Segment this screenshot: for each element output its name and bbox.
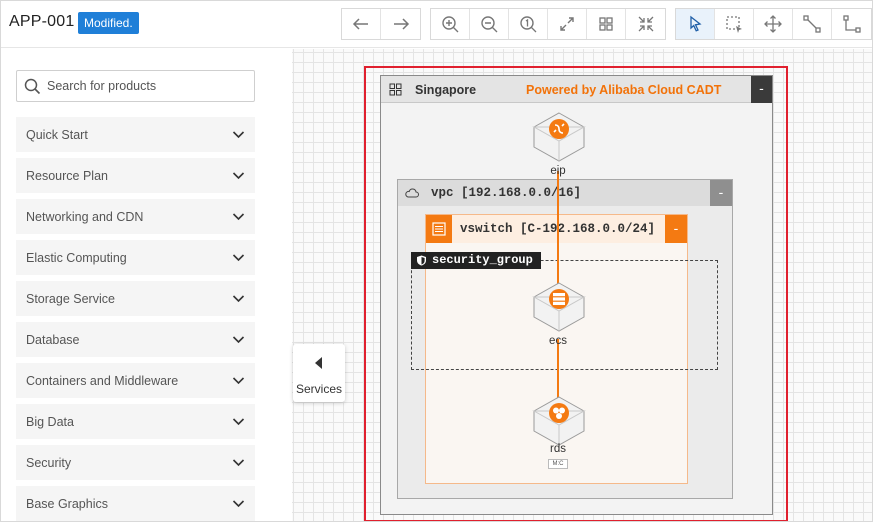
category-label: Elastic Computing [26,251,127,265]
category-label: Database [26,333,80,347]
region-header: Singapore Powered by Alibaba Cloud CADT … [381,76,772,103]
eip-label: eip [550,165,566,177]
ecs-icon [532,282,586,332]
box-select-tool-button[interactable] [715,9,754,39]
status-badge: Modified. [78,12,139,34]
chevron-down-icon [232,500,245,508]
collapse-arrows-icon [638,16,653,32]
category-item[interactable]: Storage Service [16,281,255,316]
shield-icon [417,255,426,266]
security-group-tag[interactable]: security_group [411,252,541,269]
undo-button[interactable] [342,9,381,39]
grid-layout-button[interactable] [587,9,626,39]
chevron-down-icon [232,459,245,467]
chevron-down-icon [232,336,245,344]
fullscreen-button[interactable] [626,9,665,39]
zoom-out-button[interactable] [470,9,509,39]
category-item[interactable]: Resource Plan [16,158,255,193]
vswitch-name: vswitch [C-192.168.0.0/24] [460,222,656,236]
category-label: Containers and Middleware [26,374,179,388]
zoom-in-icon [442,16,459,33]
vswitch-collapse-button[interactable]: - [665,215,687,243]
search-input[interactable] [47,72,247,100]
vswitch-header: vswitch [C-192.168.0.0/24] - [426,215,687,243]
chevron-down-icon [232,213,245,221]
fit-screen-button[interactable] [548,9,587,39]
diagram-canvas[interactable]: Singapore Powered by Alibaba Cloud CADT … [292,49,872,521]
security-group-name: security_group [432,253,533,267]
arrow-right-icon [393,18,409,30]
rds-replica-tag: M:C [548,459,568,469]
chevron-down-icon [232,131,245,139]
category-label: Security [26,456,72,470]
expand-arrows-icon [560,17,574,31]
zoom-actual-size-icon [520,16,537,33]
connect-tool-button[interactable] [793,9,832,39]
vpc-name: vpc [192.168.0.0/16] [431,186,582,200]
view-toolbar [430,8,666,40]
connector-line-icon [803,15,821,33]
zoom-reset-button[interactable] [509,9,548,39]
tools-toolbar [675,8,872,40]
category-item[interactable]: Networking and CDN [16,199,255,234]
category-label: Networking and CDN [26,210,144,224]
search-box [16,70,255,102]
category-item[interactable]: Database [16,322,255,357]
elbow-connector-icon [842,15,861,33]
category-item[interactable]: Containers and Middleware [16,363,255,398]
chevron-down-icon [232,295,245,303]
category-item[interactable]: Quick Start [16,117,255,152]
cloud-icon [405,188,419,198]
move-arrows-icon [764,15,782,33]
category-item[interactable]: Big Data [16,404,255,439]
search-icon [24,78,41,95]
chevron-down-icon [232,418,245,426]
zoom-out-icon [481,16,498,33]
category-label: Base Graphics [26,497,108,511]
chevron-down-icon [232,172,245,180]
pointer-icon [690,15,702,32]
product-sidebar: Quick Start Resource Plan Networking and C… [1,49,291,521]
zoom-in-button[interactable] [431,9,470,39]
ecs-label: ecs [549,335,567,347]
category-item[interactable]: Security [16,445,255,480]
vpc-header: vpc [192.168.0.0/16] - [398,180,732,206]
chevron-down-icon [232,254,245,262]
elbow-connect-tool-button[interactable] [832,9,871,39]
ecs-node[interactable] [529,279,589,339]
redo-button[interactable] [381,9,420,39]
chevron-down-icon [232,377,245,385]
grid-icon [389,83,402,96]
header-bar: APP-001 Modified. [1,1,872,48]
eip-icon [532,112,586,162]
grid-icon [599,17,613,31]
pan-tool-button[interactable] [754,9,793,39]
app-title: APP-001 [9,13,75,30]
category-label: Quick Start [26,128,88,142]
arrow-left-icon [352,18,368,30]
rds-label: rds [550,443,566,455]
app-window: APP-001 Modified. Search for products Qu… [0,0,873,522]
select-tool-button[interactable] [676,9,715,39]
powered-by-label: Powered by Alibaba Cloud CADT [526,83,722,97]
marquee-select-icon [726,16,742,33]
category-label: Resource Plan [26,169,108,183]
category-label: Big Data [26,415,74,429]
services-label: Services [295,382,342,396]
eip-node[interactable] [529,109,589,169]
category-item[interactable]: Elastic Computing [16,240,255,275]
history-toolbar [341,8,421,40]
vpc-collapse-button[interactable]: - [710,180,732,206]
services-panel-toggle[interactable]: Services [293,344,345,402]
collapse-left-icon [315,357,322,369]
vswitch-icon [426,215,452,243]
region-name: Singapore [415,83,477,97]
region-collapse-button[interactable]: - [751,76,772,103]
category-label: Storage Service [26,292,115,306]
category-item[interactable]: Base Graphics [16,486,255,521]
